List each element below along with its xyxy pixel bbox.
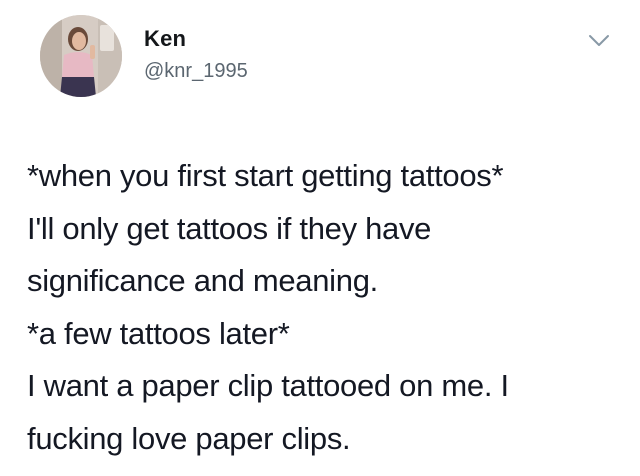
profile-photo-icon [40, 15, 122, 97]
tweet-line: significance and meaning. [27, 263, 378, 298]
tweet-line: *a few tattoos later* [27, 315, 290, 351]
tweet-text: *when you first start getting tattoos* I… [27, 150, 627, 465]
tweet-menu-button[interactable] [587, 33, 611, 49]
user-avatar[interactable] [40, 15, 122, 97]
tweet-line: I want a paper clip tattooed on me. I [27, 368, 509, 403]
tweet-line: fucking love paper clips. [27, 420, 351, 456]
tweet-line: *when you first start getting tattoos* [27, 158, 504, 193]
display-name[interactable]: Ken [144, 28, 186, 50]
user-handle[interactable]: @knr_1995 [144, 61, 248, 81]
chevron-down-icon [589, 35, 609, 46]
tweet-card: Ken @knr_1995 *when you first start gett… [0, 0, 640, 476]
tweet-line: I'll only get tattoos if they have [27, 210, 432, 246]
